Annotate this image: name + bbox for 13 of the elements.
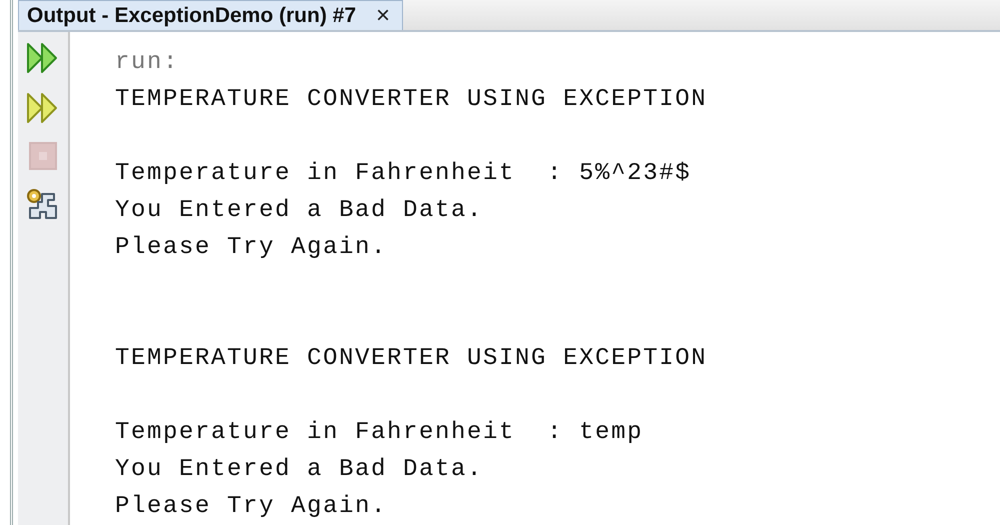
double-play-icon[interactable]	[26, 42, 60, 74]
console-line: Please Try Again.	[115, 492, 388, 522]
console-line: Temperature in Fahrenheit : temp	[115, 418, 644, 448]
output-tab[interactable]: Output - ExceptionDemo (run) #7 ×	[18, 0, 404, 30]
console-line: You Entered a Bad Data.	[115, 196, 484, 226]
console-line: TEMPERATURE CONVERTER USING EXCEPTION	[115, 344, 708, 374]
console-line: TEMPERATURE CONVERTER USING EXCEPTION	[115, 85, 708, 115]
double-play-icon[interactable]	[26, 92, 60, 124]
console-line: Please Try Again.	[115, 233, 388, 263]
close-button[interactable]: ×	[376, 2, 390, 30]
console-line: run:	[115, 48, 180, 78]
console-line: Temperature in Fahrenheit : 5%^23#$	[115, 159, 692, 189]
console-line: You Entered a Bad Data.	[115, 455, 484, 485]
